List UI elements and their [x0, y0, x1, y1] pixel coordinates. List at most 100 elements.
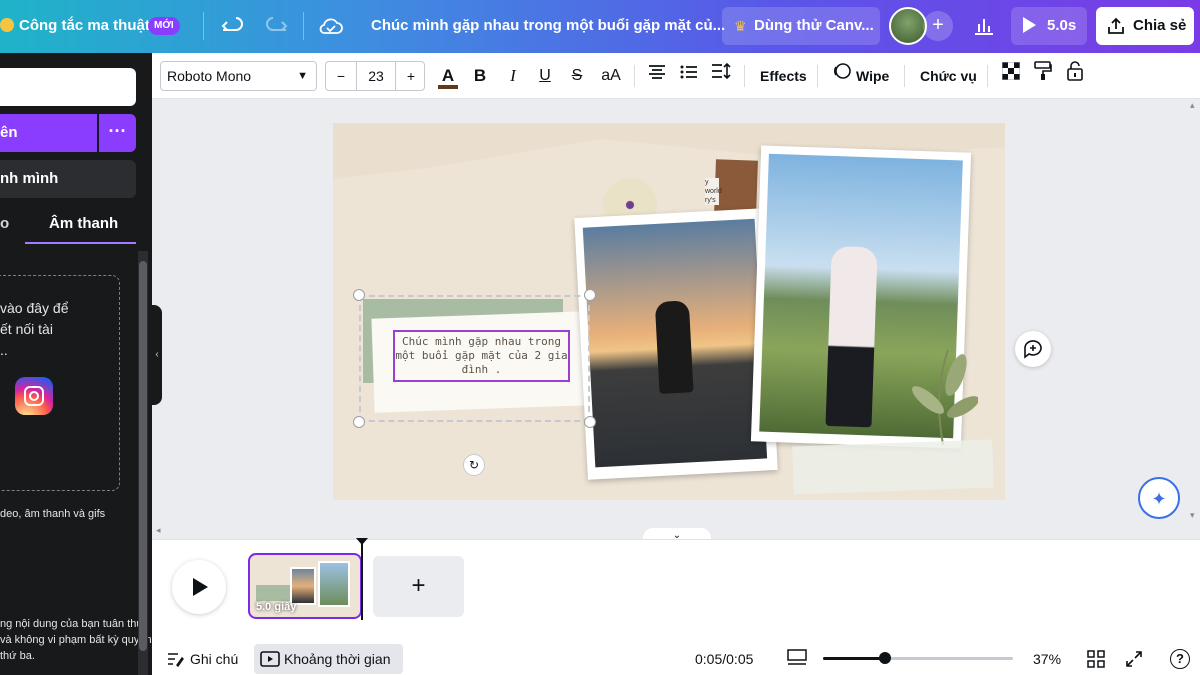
- couple-figure: [825, 245, 878, 428]
- zoom-level[interactable]: 37%: [1033, 649, 1061, 669]
- notes-label: Ghi chú: [190, 651, 239, 667]
- increase-font-size-button[interactable]: +: [396, 62, 426, 90]
- drop-zone-text: ết nối tài: [0, 321, 53, 337]
- share-button[interactable]: Chia sẻ: [1096, 7, 1194, 45]
- undo-icon[interactable]: [220, 12, 246, 38]
- upload-files-button[interactable]: ên: [0, 114, 97, 152]
- more-options-icon[interactable]: ···: [99, 114, 136, 152]
- page-thumbnail[interactable]: 5.0 giây: [248, 553, 362, 619]
- playhead-marker[interactable]: [356, 538, 368, 545]
- add-collaborator-icon[interactable]: +: [923, 11, 953, 41]
- strikethrough-icon[interactable]: S: [566, 61, 588, 91]
- rotate-icon[interactable]: ↻: [463, 454, 485, 476]
- resize-handle-bottom-left[interactable]: [353, 416, 365, 428]
- magic-assistant-icon[interactable]: ✦: [1138, 477, 1180, 519]
- list-icon[interactable]: [678, 61, 700, 91]
- uploads-panel: ên ··· nh mình o Âm thanh vào đây để ết …: [0, 53, 152, 675]
- divider: [744, 65, 745, 87]
- divider: [987, 65, 988, 87]
- animate-icon[interactable]: [832, 61, 852, 91]
- fullscreen-icon[interactable]: [1125, 650, 1143, 668]
- vertical-scrollbar[interactable]: ▴ ▾: [1188, 100, 1200, 525]
- resize-handle-top-right[interactable]: [584, 289, 596, 301]
- effects-button[interactable]: Effects: [760, 61, 807, 91]
- font-family-dropdown[interactable]: Roboto Mono ▼: [160, 61, 317, 91]
- avatar[interactable]: [889, 7, 927, 45]
- present-button[interactable]: 5.0s: [1011, 7, 1087, 45]
- photo-sunset-couple[interactable]: [574, 208, 778, 480]
- instagram-icon[interactable]: [15, 377, 53, 415]
- font-size-stepper[interactable]: − 23 +: [325, 61, 425, 91]
- new-badge: MỚI: [148, 17, 180, 35]
- notes-button[interactable]: Ghi chú: [160, 645, 242, 673]
- timeline-label: Khoảng thời gian: [284, 651, 391, 667]
- magic-switch-button[interactable]: Công tắc ma thuật: [19, 17, 150, 34]
- search-input[interactable]: [0, 68, 136, 106]
- divider: [303, 12, 304, 40]
- help-icon[interactable]: ?: [1170, 649, 1190, 669]
- spacing-icon[interactable]: [710, 61, 732, 91]
- playhead[interactable]: [361, 540, 363, 620]
- playback-time: 0:05/0:05: [695, 651, 754, 667]
- share-label: Chia sẻ: [1133, 17, 1187, 34]
- analytics-icon[interactable]: [970, 12, 998, 40]
- add-page-button[interactable]: +: [373, 556, 464, 617]
- timeline-icon: [260, 651, 280, 667]
- drop-zone-text: vào đây để: [0, 300, 69, 316]
- resize-handle-top-left[interactable]: [353, 289, 365, 301]
- record-yourself-button[interactable]: nh mình: [0, 160, 136, 198]
- zoom-slider-fill: [823, 657, 885, 660]
- zoom-slider-knob[interactable]: [879, 652, 891, 664]
- page-view-icon[interactable]: [787, 649, 807, 667]
- animation-wipe-button[interactable]: Wipe: [856, 61, 889, 91]
- try-canva-label: Dùng thử Canv...: [754, 17, 874, 34]
- align-center-icon[interactable]: [646, 61, 668, 91]
- tab-audio[interactable]: Âm thanh: [49, 215, 118, 232]
- font-size-value[interactable]: 23: [356, 62, 396, 90]
- italic-icon[interactable]: I: [502, 61, 524, 91]
- try-canva-pro-button[interactable]: ♛ Dùng thử Canv...: [722, 7, 880, 45]
- underline-icon[interactable]: U: [534, 61, 556, 91]
- share-icon: [1106, 16, 1126, 36]
- divider: [904, 65, 905, 87]
- tab-videos[interactable]: o: [0, 215, 9, 232]
- pressed-leaf-decoration: [908, 345, 979, 446]
- cloud-saved-icon[interactable]: [318, 14, 344, 38]
- drop-zone-text: ..: [0, 342, 8, 358]
- position-button[interactable]: Chức vụ: [920, 61, 977, 91]
- text-toolbar: Roboto Mono ▼ − 23 + A B I U S aA Effect…: [152, 53, 1200, 99]
- legal-text: thứ ba.: [0, 650, 35, 662]
- collapse-panel-handle[interactable]: ‹: [152, 305, 162, 405]
- panel-scrollbar-thumb[interactable]: [139, 261, 147, 651]
- play-button[interactable]: [172, 560, 226, 614]
- thumbnail-note: [256, 585, 290, 601]
- text-color-icon[interactable]: A: [437, 61, 459, 91]
- bold-icon[interactable]: B: [469, 61, 491, 91]
- play-icon: [1023, 17, 1036, 33]
- selected-text-box[interactable]: Chúc mình gặp nhau trong một buổi gặp mặ…: [393, 330, 570, 382]
- decrease-font-size-button[interactable]: −: [326, 62, 356, 90]
- grid-view-icon[interactable]: [1087, 650, 1105, 668]
- thumbnail-photo: [290, 567, 316, 605]
- legal-text: ng nội dung của bạn tuân thủ: [0, 618, 143, 630]
- add-comment-icon[interactable]: [1015, 331, 1051, 367]
- document-title[interactable]: Chúc mình gặp nhau trong một buổi gặp mặ…: [371, 17, 725, 34]
- divider: [817, 65, 818, 87]
- notes-icon: [168, 653, 184, 668]
- present-duration: 5.0s: [1047, 17, 1077, 34]
- letter-case-icon[interactable]: aA: [598, 61, 624, 91]
- lock-icon[interactable]: [1064, 61, 1086, 91]
- redo-icon[interactable]: [263, 12, 289, 38]
- divider: [203, 12, 204, 40]
- tape-decoration: [792, 439, 994, 495]
- resize-handle-bottom-right[interactable]: [584, 416, 596, 428]
- crown-icon: [0, 18, 14, 32]
- paper-scrap-text: y world ry's: [705, 178, 722, 205]
- font-family-value: Roboto Mono: [167, 68, 252, 84]
- divider: [634, 65, 635, 87]
- transparency-icon[interactable]: [1000, 61, 1022, 91]
- tab-active-indicator: [25, 242, 136, 244]
- timeline-toggle-button[interactable]: Khoảng thời gian: [254, 644, 403, 674]
- paint-roller-icon[interactable]: [1032, 61, 1054, 91]
- legal-text: và không vi phạm bất kỳ quyền: [0, 634, 152, 646]
